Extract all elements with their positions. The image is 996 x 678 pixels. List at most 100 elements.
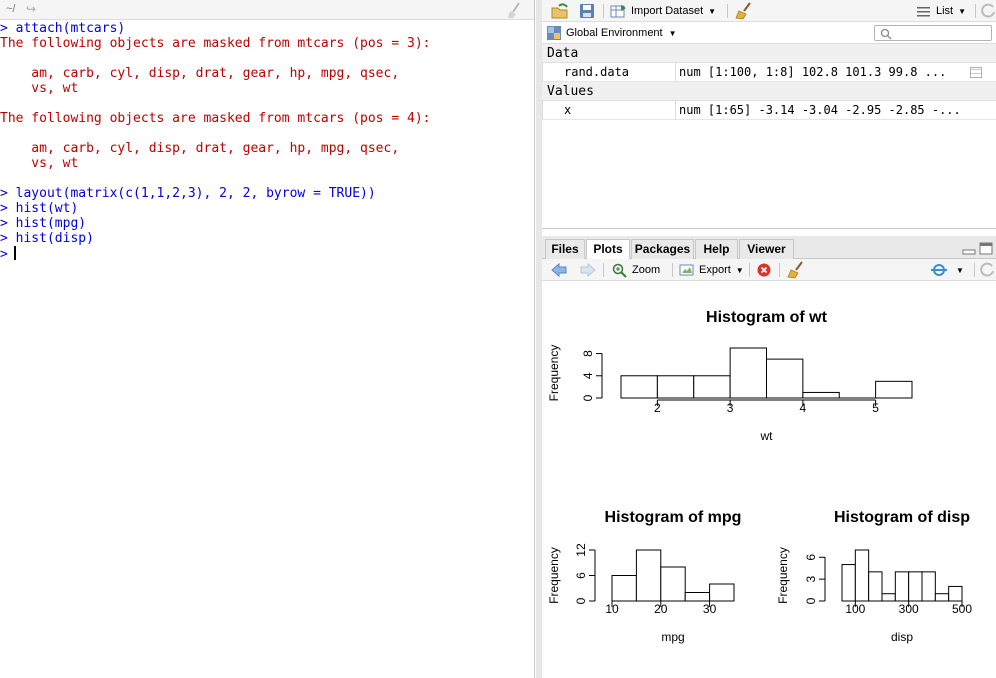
x-axis-label: mpg	[661, 630, 684, 644]
histogram-bar	[948, 585, 963, 602]
histogram-disp: Histogram of disp 100 300 500 disp 0 3 6 Frequen…	[776, 509, 972, 644]
x-tick-label: 500	[952, 602, 972, 616]
console-prompt-line[interactable]: >	[0, 246, 534, 262]
environment-scope-select[interactable]: Global Environment ▼	[547, 24, 677, 42]
console-command-line: > hist(disp)	[0, 231, 94, 246]
console-message-line: The following objects are masked from mt…	[0, 36, 431, 51]
environment-search-input[interactable]	[874, 25, 992, 41]
chevron-down-icon: ▼	[956, 265, 964, 275]
zoom-button[interactable]: Zoom	[612, 261, 660, 279]
text-cursor	[13, 246, 16, 260]
publish-button[interactable]: ▼	[930, 261, 964, 279]
chevron-down-icon: ▼	[735, 265, 744, 275]
histogram-mpg: Histogram of mpg 10 20 30 mpg 0 6 12 Frequency	[547, 509, 741, 644]
console-command-line: > attach(mtcars)	[0, 21, 126, 36]
variable-name: rand.data	[542, 63, 676, 82]
console-pane[interactable]: ~/ ↪ > attach(mtcars) The following objec…	[0, 0, 535, 678]
plots-pane: Files Plots Packages Help Viewer Zoom Ex…	[542, 236, 996, 678]
plots-toolbar: Zoom Export ▼ ▼	[542, 259, 996, 281]
histogram-bar	[611, 575, 637, 602]
zoom-label: Zoom	[632, 264, 661, 276]
histogram-bar	[921, 571, 936, 602]
histogram-bar	[620, 375, 658, 399]
previous-plot-icon[interactable]	[550, 261, 568, 279]
x-tick-label: 30	[703, 602, 717, 616]
x-tick-label: 2	[654, 401, 661, 415]
broom-icon[interactable]	[735, 2, 753, 20]
clear-all-plots-icon[interactable]	[787, 261, 805, 279]
toolbar-separator	[727, 4, 728, 18]
y-tick-label: 6	[574, 572, 588, 579]
histogram-bar	[635, 549, 662, 602]
console-command-line: > hist(wt)	[0, 201, 79, 216]
console-message-line	[0, 171, 534, 186]
x-tick-label: 100	[845, 602, 865, 616]
y-axis-label: Frequency	[547, 547, 561, 604]
histogram-bar	[881, 593, 896, 602]
variable-value: num [1:65] -3.14 -3.04 -2.95 -2.85 -...	[679, 103, 961, 117]
refresh-icon[interactable]	[981, 2, 996, 20]
toolbar-separator	[975, 4, 976, 18]
histogram-bar	[766, 358, 804, 399]
next-plot-icon[interactable]	[579, 261, 597, 279]
refresh-plot-icon[interactable]	[980, 261, 996, 279]
histogram-bar	[693, 375, 731, 399]
maximize-pane-icon[interactable]	[979, 242, 993, 255]
y-axis-label: Frequency	[547, 345, 561, 402]
view-data-icon[interactable]	[970, 67, 982, 78]
console-message-line: vs, wt	[0, 81, 79, 96]
environment-toolbar: Import Dataset ▼ List ▼	[542, 0, 996, 22]
tab-packages[interactable]: Packages	[631, 239, 694, 259]
load-workspace-icon[interactable]	[550, 2, 570, 20]
view-mode-button[interactable]: List ▼	[917, 2, 966, 20]
tab-viewer[interactable]: Viewer	[739, 239, 794, 259]
environment-section-header: Values	[542, 82, 996, 101]
tab-plots[interactable]: Plots	[586, 239, 630, 260]
minimize-pane-icon[interactable]	[962, 243, 976, 255]
toolbar-separator	[779, 263, 780, 277]
y-axis-label: Frequency	[776, 547, 790, 604]
console-output[interactable]: > attach(mtcars) The following objects ar…	[0, 21, 534, 262]
chart-title: Histogram of mpg	[605, 509, 742, 526]
chevron-down-icon: ▼	[958, 6, 967, 16]
import-dataset-button[interactable]: Import Dataset ▼	[610, 2, 716, 20]
search-icon	[880, 28, 892, 40]
tab-help[interactable]: Help	[695, 239, 738, 259]
y-tick-label: 8	[581, 350, 595, 357]
x-tick-label: 10	[605, 602, 619, 616]
import-dataset-label: Import Dataset	[631, 5, 704, 17]
environment-icon	[547, 26, 561, 40]
y-tick-label: 0	[574, 597, 588, 604]
x-tick-label: 4	[800, 401, 807, 415]
y-tick-label: 12	[574, 543, 588, 557]
histogram-bar	[908, 571, 923, 602]
environment-scope-bar: Global Environment ▼	[542, 22, 996, 44]
y-tick-label: 6	[804, 554, 818, 561]
console-message-line	[0, 96, 534, 111]
working-directory[interactable]: ~/	[6, 3, 15, 15]
chart-title: Histogram of disp	[834, 509, 970, 526]
environment-pane: Import Dataset ▼ List ▼ Global Environme…	[542, 0, 996, 229]
pane-tabs: Files Plots Packages Help Viewer	[542, 236, 996, 260]
save-workspace-icon[interactable]	[579, 2, 595, 20]
environment-row[interactable]: x num [1:65] -3.14 -3.04 -2.95 -2.85 -...	[542, 101, 996, 120]
console-prompt: >	[0, 247, 8, 262]
x-tick-label: 20	[654, 602, 668, 616]
histogram-bar	[660, 566, 686, 602]
environment-row[interactable]: rand.data num [1:100, 1:8] 102.8 101.3 99…	[542, 63, 996, 82]
zoom-icon	[612, 263, 627, 278]
remove-plot-icon[interactable]	[756, 261, 772, 279]
chevron-down-icon: ▼	[708, 6, 717, 16]
histogram-bar	[875, 380, 913, 399]
y-tick-label: 4	[581, 372, 595, 379]
tab-files[interactable]: Files	[545, 239, 585, 259]
console-message-line: am, carb, cyl, disp, drat, gear, hp, mpg…	[0, 66, 400, 81]
console-message-line	[0, 51, 534, 66]
x-tick-label: 300	[899, 602, 919, 616]
plot-canvas: Histogram of wt2 3 4 5wt048FrequencyHistogr…	[547, 309, 972, 644]
clear-console-icon[interactable]	[506, 1, 524, 19]
goto-directory-icon[interactable]: ↪	[26, 2, 36, 16]
export-button[interactable]: Export ▼	[679, 261, 744, 279]
histogram-bar	[841, 564, 856, 602]
x-axis-label: disp	[891, 630, 913, 644]
